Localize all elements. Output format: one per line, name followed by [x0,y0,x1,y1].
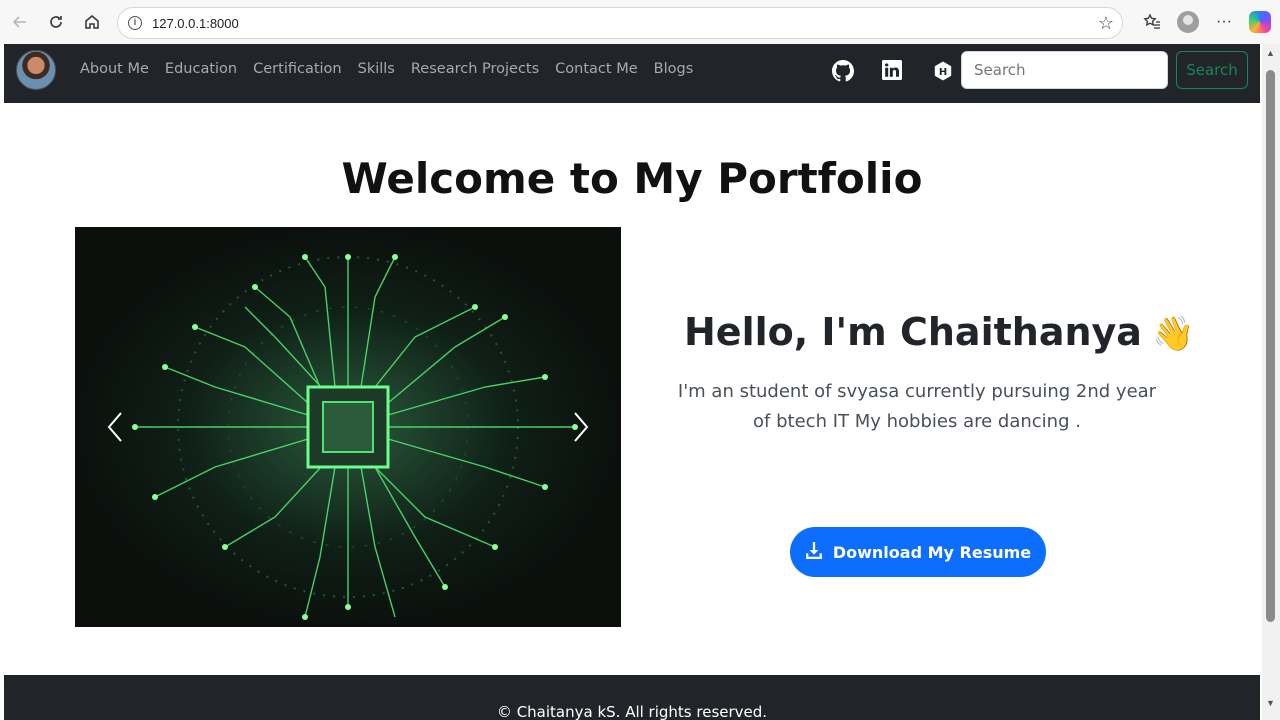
waving-hand-icon: 👋 [1151,314,1195,354]
nav-links: About Me Education Certification Skills … [80,61,709,77]
url-text: 127.0.0.1:8000 [152,15,239,31]
browser-toolbar: i 127.0.0.1:8000 ☆ ··· [0,0,1280,44]
circuit-image [75,227,621,627]
back-icon[interactable] [2,4,38,40]
footer: © Chaitanya kS. All rights reserved. [4,675,1260,720]
scroll-down-icon[interactable]: ▼ [1266,698,1275,708]
nav-research-projects[interactable]: Research Projects [411,61,539,77]
nav-about-me[interactable]: About Me [80,61,149,77]
hashnode-icon[interactable]: H [932,60,954,82]
navbar: About Me Education Certification Skills … [4,44,1260,103]
download-resume-label: Download My Resume [832,542,1032,562]
home-icon[interactable] [74,4,110,40]
search-input[interactable] [961,51,1168,89]
page-content: About Me Education Certification Skills … [4,44,1260,720]
search-button[interactable]: Search [1176,51,1248,89]
footer-copyright: © Chaitanya kS. All rights reserved. [496,703,768,720]
profile-icon[interactable] [1170,4,1206,40]
more-icon[interactable]: ··· [1206,4,1242,40]
reload-icon[interactable] [38,4,74,40]
scrollbar[interactable]: ▲ ▼ [1262,44,1280,720]
nav-blogs[interactable]: Blogs [654,61,694,77]
address-bar[interactable]: i 127.0.0.1:8000 ☆ [117,7,1123,39]
chevron-right-icon[interactable] [565,407,595,447]
linkedin-icon[interactable] [882,60,904,82]
nav-skills[interactable]: Skills [358,61,395,77]
image-carousel [75,227,621,627]
hero-heading: Hello, I'm Chaithanya 👋 [684,310,1194,354]
avatar[interactable] [16,50,56,90]
intro-text: I'm an student of svyasa currently pursu… [677,381,1157,432]
scroll-up-icon[interactable]: ▲ [1266,48,1275,58]
nav-contact-me[interactable]: Contact Me [555,61,637,77]
chevron-left-icon[interactable] [101,407,131,447]
download-resume-button[interactable]: Download My Resume [790,527,1046,577]
github-icon[interactable] [832,60,854,82]
star-icon[interactable]: ☆ [1098,13,1114,34]
nav-education[interactable]: Education [165,61,237,77]
hero-greeting: Hello, I'm Chaithanya [684,310,1142,354]
page-title: Welcome to My Portfolio [341,154,923,203]
favorites-icon[interactable] [1134,4,1170,40]
copilot-icon[interactable] [1242,4,1278,40]
nav-certification[interactable]: Certification [253,61,342,77]
info-icon[interactable]: i [128,16,142,30]
svg-text:H: H [939,67,947,78]
download-icon [805,541,823,563]
scroll-thumb[interactable] [1266,70,1275,622]
